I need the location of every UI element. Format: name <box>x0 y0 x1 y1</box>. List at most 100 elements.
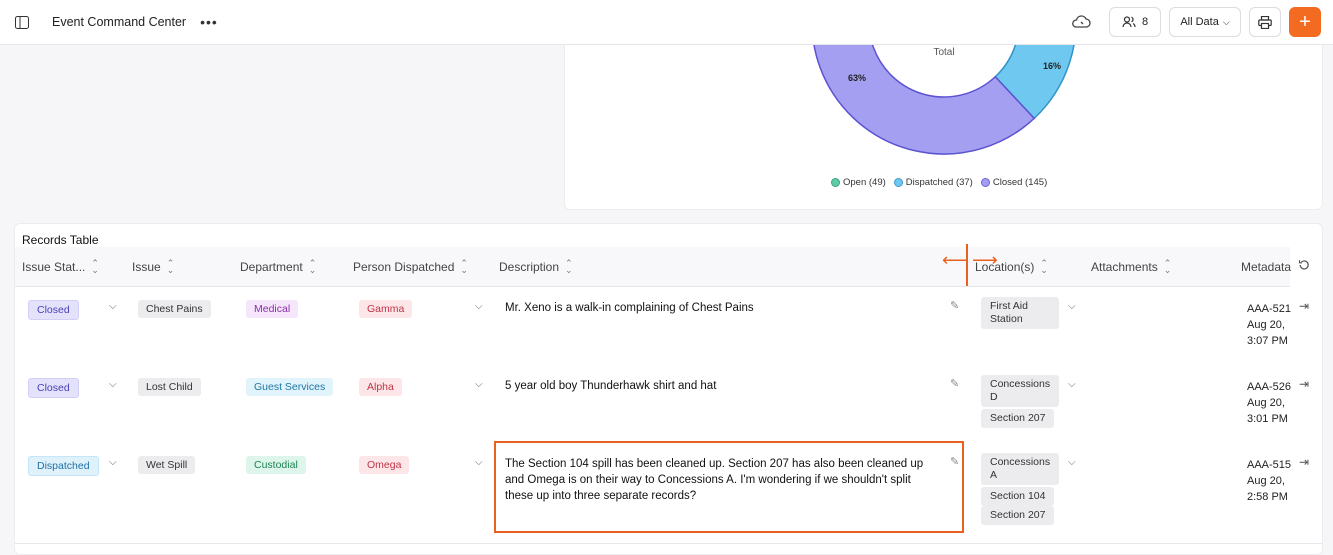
edit-pencil-icon[interactable]: ✎ <box>950 377 959 390</box>
sort-icon[interactable]: ⌃ ⌄ <box>91 259 99 275</box>
description-highlight-box <box>494 441 964 533</box>
expand-row-icon[interactable]: ⇥ <box>1299 455 1309 469</box>
description-text[interactable]: 5 year old boy Thunderhawk shirt and hat <box>505 378 945 394</box>
column-label: Issue <box>132 260 161 274</box>
metadata-date: Aug 20, <box>1247 475 1285 487</box>
column-label: Person Dispatched <box>353 260 455 274</box>
metadata-time: 3:07 PM <box>1247 335 1288 347</box>
sort-icon[interactable]: ⌃ ⌄ <box>309 259 317 275</box>
slice-label-closed: 63% <box>848 73 866 83</box>
column-label: Description <box>499 260 560 274</box>
column-header-description[interactable]: Description ⌃ ⌄ <box>499 259 573 275</box>
metadata-date: Aug 20, <box>1247 397 1285 409</box>
department-badge: Custodial <box>246 456 306 474</box>
status-badge[interactable]: Dispatched <box>28 456 99 476</box>
legend-item-closed[interactable]: Closed (145) <box>980 177 1048 188</box>
metadata-cell: AAA-521 Aug 20, 3:07 PM <box>1247 301 1291 349</box>
table-row[interactable]: Closed ⌵ Chest Pains Medical Gamma ⌵ Mr.… <box>15 287 1322 366</box>
slice-label-dispatched: 16% <box>1043 61 1061 71</box>
column-header-metadata[interactable]: Metadata <box>1241 260 1291 274</box>
status-badge[interactable]: Closed <box>28 300 79 320</box>
donut-slice-closed[interactable] <box>812 44 1036 155</box>
metadata-time: 2:58 PM <box>1247 491 1288 503</box>
edit-pencil-icon[interactable]: ✎ <box>950 299 959 312</box>
column-label: Attachments <box>1091 260 1158 274</box>
top-bar: Event Command Center ••• 8 All Data ⌵ + <box>0 0 1333 45</box>
description-text[interactable]: Mr. Xeno is a walk-in complaining of Che… <box>505 300 945 316</box>
legend-label: Closed (145) <box>992 177 1048 188</box>
expand-row-icon[interactable]: ⇥ <box>1299 299 1309 313</box>
column-header-issue-status[interactable]: Issue Stat... ⌃ ⌄ <box>22 259 99 275</box>
location-badge: First Aid Station <box>981 297 1059 329</box>
location-badge: Concessions A <box>981 453 1059 485</box>
table-title: Records Table <box>22 233 99 247</box>
sidebar-toggle-icon[interactable] <box>14 14 30 30</box>
metadata-date: Aug 20, <box>1247 319 1285 331</box>
legend-label: Dispatched (37) <box>905 177 973 188</box>
metadata-id: AAA-515 <box>1247 459 1292 471</box>
column-label: Department <box>240 260 303 274</box>
location-badge: Section 207 <box>981 506 1055 525</box>
page-title: Event Command Center <box>52 15 187 29</box>
column-label: Metadata <box>1241 260 1292 274</box>
more-options-icon[interactable]: ••• <box>200 14 218 30</box>
person-badge[interactable]: Omega <box>359 456 410 474</box>
location-badge: Section 207 <box>981 409 1055 428</box>
column-header-department[interactable]: Department ⌃ ⌄ <box>240 259 317 275</box>
column-label: Issue Stat... <box>22 260 86 274</box>
reset-columns-icon[interactable] <box>1298 259 1310 274</box>
metadata-time: 3:01 PM <box>1247 413 1288 425</box>
location-badge: Section 104 <box>981 487 1055 506</box>
column-header-person-dispatched[interactable]: Person Dispatched ⌃ ⌄ <box>353 259 468 275</box>
printer-icon <box>1258 15 1272 29</box>
arrow-left-icon: ⟵ <box>942 250 968 270</box>
chevron-down-icon[interactable]: ⌵ <box>109 457 117 468</box>
metadata-cell: AAA-515 Aug 20, 2:58 PM <box>1247 457 1291 505</box>
users-icon <box>1122 16 1136 28</box>
chevron-down-icon[interactable]: ⌵ <box>475 301 483 312</box>
chevron-down-icon[interactable]: ⌵ <box>1068 301 1076 312</box>
arrow-right-icon: ⟶ <box>972 250 998 270</box>
chart-legend: Open (49) Dispatched (37) Closed (145) <box>831 177 1047 188</box>
department-badge: Medical <box>246 300 299 318</box>
sort-icon[interactable]: ⌃ ⌄ <box>167 259 175 275</box>
chevron-down-icon[interactable]: ⌵ <box>475 457 483 468</box>
left-panel <box>0 44 555 210</box>
sort-icon[interactable]: ⌃ ⌄ <box>460 259 468 275</box>
table-row[interactable]: Closed ⌵ Lost Child Guest Services Alpha… <box>15 365 1322 444</box>
column-header-attachments[interactable]: Attachments ⌃ ⌄ <box>1091 259 1172 275</box>
chevron-down-icon[interactable]: ⌵ <box>109 301 117 312</box>
status-badge[interactable]: Closed <box>28 378 79 398</box>
center-total-label: Total <box>933 47 954 58</box>
cloud-sync-icon[interactable] <box>1069 14 1093 30</box>
chevron-down-icon[interactable]: ⌵ <box>475 379 483 390</box>
chevron-down-icon[interactable]: ⌵ <box>109 379 117 390</box>
chevron-down-icon: ⌵ <box>1222 16 1230 27</box>
issue-badge: Chest Pains <box>138 300 211 318</box>
users-count: 8 <box>1141 16 1149 28</box>
expand-row-icon[interactable]: ⇥ <box>1299 377 1309 391</box>
status-chart-card: 16%63%231Total Open (49) Dispatched (37)… <box>564 44 1323 210</box>
metadata-cell: AAA-526 Aug 20, 3:01 PM <box>1247 379 1291 427</box>
metadata-id: AAA-521 <box>1247 303 1292 315</box>
sort-icon[interactable]: ⌃ ⌄ <box>1164 259 1172 275</box>
sort-icon[interactable]: ⌃ ⌄ <box>565 259 573 275</box>
table-header: Issue Stat... ⌃ ⌄ Issue ⌃ ⌄ Department ⌃ ⌄ Per… <box>15 247 1291 287</box>
person-badge[interactable]: Alpha <box>359 378 402 396</box>
chevron-down-icon[interactable]: ⌵ <box>1068 457 1076 468</box>
data-filter-label: All Data <box>1180 16 1219 28</box>
location-badge: Concessions D <box>981 375 1059 407</box>
legend-label: Open (49) <box>843 177 886 188</box>
data-filter-dropdown[interactable]: All Data ⌵ <box>1169 7 1241 37</box>
users-button[interactable]: 8 <box>1109 7 1161 37</box>
legend-item-dispatched[interactable]: Dispatched (37) <box>893 177 973 188</box>
print-button[interactable] <box>1249 7 1281 37</box>
sort-icon[interactable]: ⌃ ⌄ <box>1040 259 1048 275</box>
column-header-issue[interactable]: Issue ⌃ ⌄ <box>132 259 175 275</box>
metadata-id: AAA-526 <box>1247 381 1292 393</box>
legend-item-open[interactable]: Open (49) <box>831 177 886 188</box>
chevron-down-icon[interactable]: ⌵ <box>1068 379 1076 390</box>
department-badge: Guest Services <box>246 378 334 396</box>
add-button[interactable]: + <box>1289 7 1321 37</box>
person-badge[interactable]: Gamma <box>359 300 413 318</box>
